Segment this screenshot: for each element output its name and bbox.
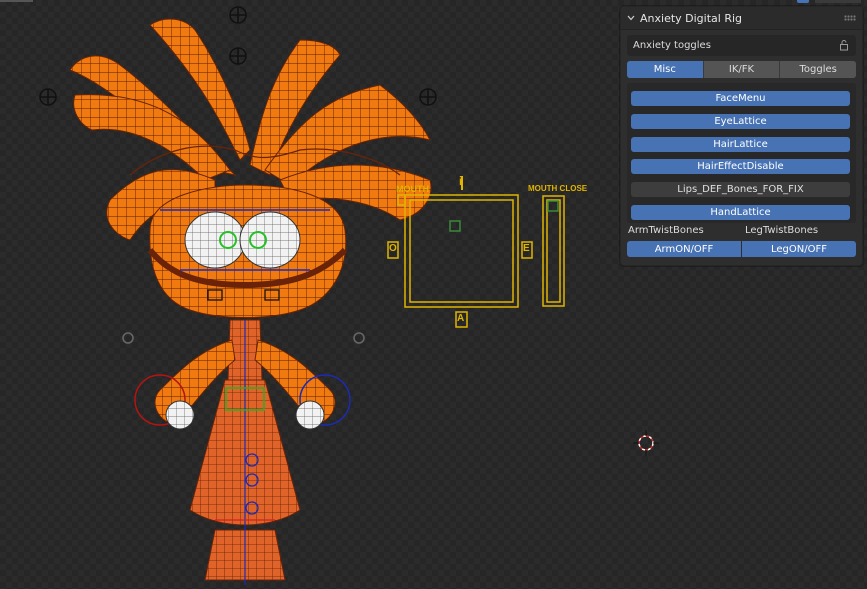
viseme-i-label: i bbox=[459, 174, 463, 188]
tab-toggles[interactable]: Toggles bbox=[780, 61, 856, 78]
hairlattice-button[interactable]: HairLattice bbox=[631, 137, 850, 152]
drag-handle-icon[interactable] bbox=[844, 15, 856, 21]
rig-panel: Anxiety Digital Rig Anxiety toggles Misc… bbox=[620, 6, 863, 266]
viseme-o-label: O bbox=[389, 243, 397, 254]
viseme-a-label: A bbox=[457, 313, 465, 324]
character-head bbox=[147, 184, 348, 318]
subpanel-header[interactable]: Anxiety toggles bbox=[627, 35, 856, 56]
subpanel-title: Anxiety toggles bbox=[633, 40, 711, 51]
facemenu-button[interactable]: FaceMenu bbox=[631, 91, 850, 106]
panel-title: Anxiety Digital Rig bbox=[640, 11, 743, 25]
viseme-e-label: E bbox=[523, 243, 530, 254]
button-group: FaceMenu EyeLattice HairLattice HairEffe… bbox=[627, 83, 856, 223]
lock-icon[interactable] bbox=[839, 39, 849, 51]
eyelattice-button[interactable]: EyeLattice bbox=[631, 114, 850, 129]
chevron-down-icon bbox=[627, 15, 635, 21]
tab-ik-fk[interactable]: IK/FK bbox=[703, 61, 781, 78]
arm-toggle-button[interactable]: ArmON/OFF bbox=[627, 241, 742, 257]
mouth-close-label: MOUTH CLOSE bbox=[528, 184, 588, 193]
mouth-label: MOUTH bbox=[396, 184, 429, 194]
arm-twist-label: ArmTwistBones bbox=[628, 225, 704, 236]
handlattice-button[interactable]: HandLattice bbox=[631, 205, 850, 220]
tab-misc[interactable]: Misc bbox=[627, 61, 704, 78]
twist-toggle-row: ArmON/OFF LegON/OFF bbox=[627, 241, 856, 257]
leg-twist-label: LegTwistBones bbox=[745, 225, 819, 236]
lips-def-bones-button[interactable]: Lips_DEF_Bones_FOR_FIX bbox=[631, 182, 850, 197]
leg-toggle-button[interactable]: LegON/OFF bbox=[742, 241, 856, 257]
tab-bar: Misc IK/FK Toggles bbox=[627, 61, 856, 78]
panel-header[interactable]: Anxiety Digital Rig bbox=[621, 7, 862, 30]
haireffectdisable-button[interactable]: HairEffectDisable bbox=[631, 159, 850, 174]
3d-cursor-icon bbox=[633, 430, 659, 456]
